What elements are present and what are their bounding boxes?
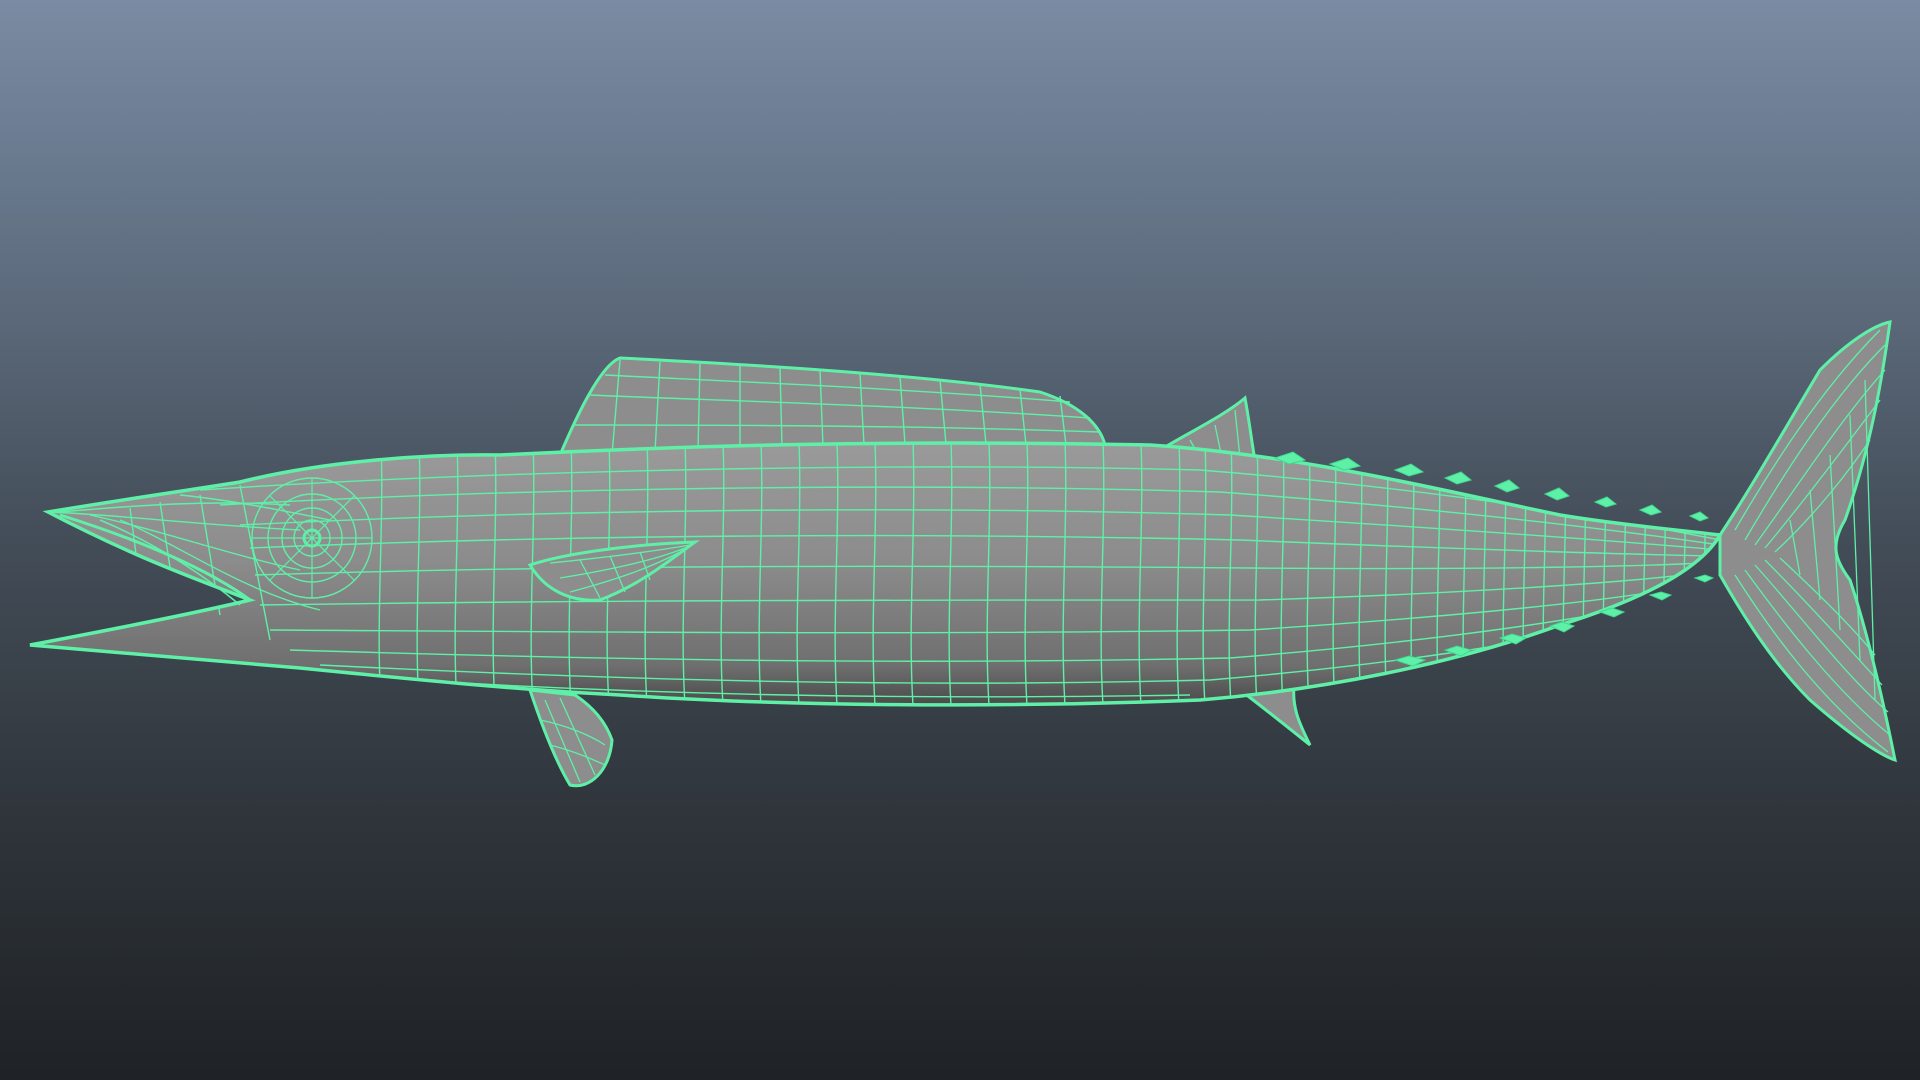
- tail-fin[interactable]: [1718, 320, 1897, 763]
- eye-mesh: [251, 477, 373, 599]
- pelvic-fin[interactable]: [527, 688, 614, 788]
- 3d-viewport[interactable]: [0, 0, 1920, 1080]
- mesh-edge: [1702, 443, 1707, 705]
- fish-wireframe-model[interactable]: [0, 0, 1920, 1080]
- dorsal-fin[interactable]: [557, 356, 1107, 457]
- fish-body[interactable]: [29, 420, 1723, 720]
